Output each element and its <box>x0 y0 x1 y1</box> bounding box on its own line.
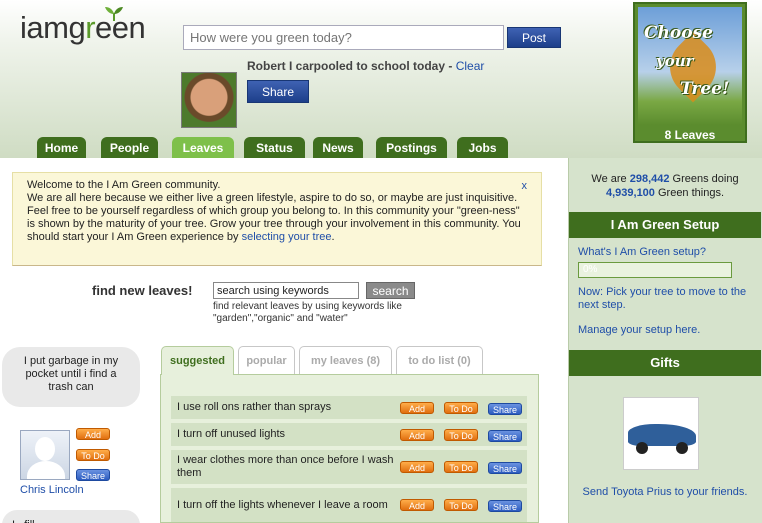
close-icon[interactable]: x <box>522 180 528 193</box>
feed-bubble: I put garbage in my pocket until i find … <box>2 347 140 407</box>
add-button[interactable]: Add <box>400 499 434 511</box>
stats-text: We are <box>591 173 630 185</box>
logo-text-a: iamg <box>20 10 86 45</box>
tab-news[interactable]: News <box>313 137 363 158</box>
leaf-text: I wear clothes more than once before I w… <box>177 454 394 479</box>
tab-my-leaves[interactable]: my leaves (8) <box>299 346 392 374</box>
stats-text: Greens doing <box>669 173 739 185</box>
leaves-count: 8 Leaves <box>664 128 716 142</box>
gifts-header: Gifts <box>569 350 761 376</box>
status-update: Robert I carpooled to school today - Cle… <box>247 59 484 73</box>
tab-popular[interactable]: popular <box>238 346 295 374</box>
todo-button[interactable]: To Do <box>444 499 478 511</box>
setup-header: I Am Green Setup <box>569 212 761 238</box>
add-button[interactable]: Add <box>400 429 434 441</box>
choose-tree-widget[interactable]: Choose your Tree! 8 Leaves <box>633 2 747 143</box>
community-stats: We are 298,442 Greens doing 4,939,100 Gr… <box>569 172 761 200</box>
sprout-icon <box>105 7 123 21</box>
person-name-link[interactable]: Chris Lincoln <box>20 484 84 496</box>
greens-count[interactable]: 298,442 <box>630 173 670 185</box>
person-avatar[interactable] <box>20 430 70 480</box>
share-button[interactable]: Share <box>488 500 522 512</box>
progress-label: 0% <box>583 264 598 275</box>
status-input[interactable] <box>183 25 504 50</box>
send-gift-link[interactable]: Send Toyota Prius to your friends. <box>569 485 761 499</box>
todo-button[interactable]: To Do <box>76 449 110 461</box>
feed-bubble: I...fill... <box>2 510 140 523</box>
car-icon <box>628 424 696 454</box>
post-button[interactable]: Post <box>507 27 561 48</box>
tab-home[interactable]: Home <box>37 137 86 158</box>
leaf-text: I turn off unused lights <box>177 428 286 440</box>
welcome-end: . <box>331 231 335 243</box>
stats-text: Green things. <box>654 187 725 199</box>
add-button[interactable]: Add <box>76 428 110 440</box>
tab-people[interactable]: People <box>101 137 158 158</box>
leaf-text: I turn off the lights whenever I leave a… <box>177 498 388 511</box>
manage-setup-link[interactable]: Manage your setup here. <box>578 324 700 337</box>
todo-button[interactable]: To Do <box>444 402 478 414</box>
user-avatar[interactable] <box>181 72 237 128</box>
page-header: iamgreen Post Robert I carpooled to scho… <box>0 0 762 158</box>
share-button[interactable]: Share <box>488 462 522 474</box>
logo-text-b: r <box>85 10 96 45</box>
tab-leaves[interactable]: Leaves <box>172 137 234 158</box>
todo-button[interactable]: To Do <box>444 429 478 441</box>
tree-image[interactable]: Choose your Tree! <box>638 7 742 125</box>
add-button[interactable]: Add <box>400 461 434 473</box>
select-tree-link[interactable]: selecting your tree <box>242 231 332 243</box>
tab-postings[interactable]: Postings <box>376 137 447 158</box>
share-button[interactable]: Share <box>488 403 522 415</box>
search-help-text: find relevant leaves by using keywords l… <box>213 301 402 324</box>
status-update-text: Robert I carpooled to school today - <box>247 59 456 73</box>
leaf-search-button[interactable]: search <box>366 282 415 299</box>
iamgreen-logo[interactable]: iamgreen <box>20 7 146 46</box>
clear-status-link[interactable]: Clear <box>456 59 485 73</box>
tree-text-3: Tree! <box>680 79 730 99</box>
tab-jobs[interactable]: Jobs <box>457 137 508 158</box>
tree-text-1: Choose <box>644 23 713 43</box>
welcome-notice: Welcome to the I Am Green community. We … <box>12 172 542 266</box>
tree-text-2: your <box>656 52 694 70</box>
share-button[interactable]: Share <box>76 469 110 481</box>
share-status-button[interactable]: Share <box>247 80 309 103</box>
next-step-link[interactable]: Now: Pick your tree to move to the next … <box>578 286 754 312</box>
todo-button[interactable]: To Do <box>444 461 478 473</box>
tab-todo-list[interactable]: to do list (0) <box>396 346 483 374</box>
setup-progress-bar: 0% <box>578 262 732 278</box>
tab-status[interactable]: Status <box>244 137 305 158</box>
share-button[interactable]: Share <box>488 430 522 442</box>
whats-setup-link[interactable]: What's I Am Green setup? <box>578 246 706 259</box>
gift-image[interactable] <box>623 397 699 470</box>
add-button[interactable]: Add <box>400 402 434 414</box>
leaf-text: I use roll ons rather than sprays <box>177 401 332 413</box>
tab-suggested[interactable]: suggested <box>161 346 234 375</box>
leaf-search-input[interactable] <box>213 282 359 299</box>
right-sidebar: We are 298,442 Greens doing 4,939,100 Gr… <box>568 158 762 523</box>
find-leaves-label: find new leaves! <box>92 283 193 298</box>
green-things-count[interactable]: 4,939,100 <box>606 187 655 199</box>
